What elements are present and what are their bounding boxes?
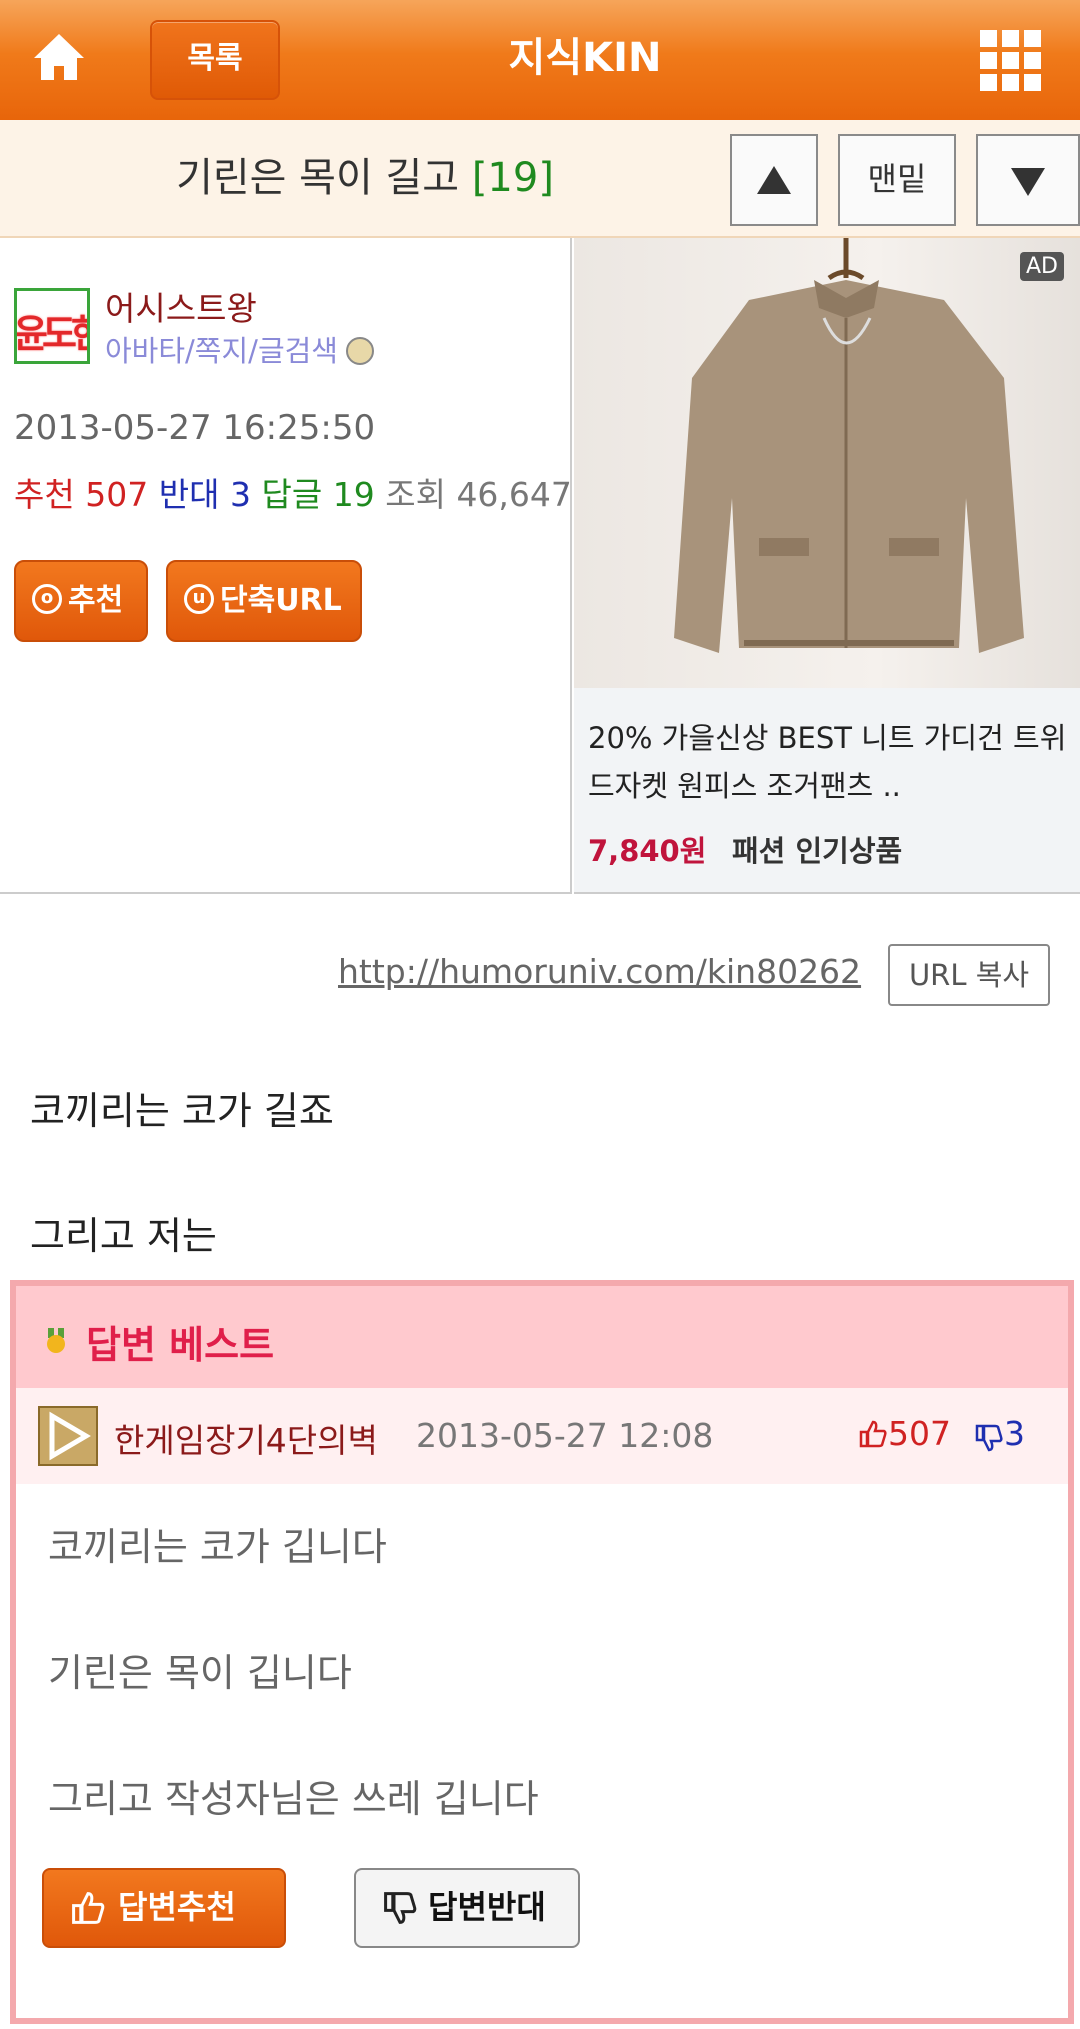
answer-down-count: 3 [974, 1414, 1025, 1453]
ad-badge: AD [1020, 252, 1064, 281]
best-answer-header: 답변 베스트 [16, 1286, 1068, 1388]
ad-panel: AD 20% 가을신상 BEST 니트 가디건 트위드자켓 원피스 조거팬츠 .… [574, 238, 1080, 894]
avatar-text: 윤도현 [14, 312, 87, 356]
post-title-bar: 기린은 목이 길고 [19] 맨밑 [0, 120, 1080, 238]
answer-line-1: 코끼리는 코가 깁니다 [48, 1525, 387, 1569]
answer-oppose-button[interactable]: 답변반대 [354, 1868, 580, 1948]
post-url-link[interactable]: http://humoruniv.com/kin80262 [338, 952, 861, 991]
best-answer-title: 답변 베스트 [86, 1323, 275, 1367]
thumbs-up-icon [859, 1420, 887, 1448]
medal-icon [47, 1328, 65, 1353]
view-count: 46,647 [456, 475, 572, 514]
level-badge-icon [345, 337, 374, 365]
view-label: 조회 [385, 475, 446, 514]
reply-count: [19] [471, 155, 554, 201]
reply-label: 답글 [261, 475, 323, 514]
short-url-button[interactable]: u 단축URL [166, 560, 362, 642]
avatar[interactable]: 윤도현 [14, 288, 90, 364]
oppose-label: 반대 [158, 475, 220, 514]
answer-date: 2013-05-27 12:08 [416, 1416, 714, 1455]
answer-avatar[interactable] [38, 1406, 98, 1466]
top-bar: 목록 지식KIN [0, 0, 1080, 120]
post-date: 2013-05-27 16:25:50 [14, 408, 376, 448]
author-links-text[interactable]: 아바타/쪽지/글검색 [105, 334, 338, 368]
reply-total: 19 [332, 475, 375, 514]
thumbs-down-icon [975, 1424, 1003, 1452]
triangle-down-icon [1011, 168, 1045, 196]
ad-product-image[interactable]: AD [574, 238, 1080, 688]
ad-price: 7,840원 [588, 834, 707, 868]
thumbs-down-icon [384, 1892, 417, 1924]
answer-line-3: 그리고 작성자님은 쓰레 깁니다 [48, 1777, 539, 1821]
answer-oppose-label: 답변반대 [428, 1888, 546, 1926]
answer-recommend-button[interactable]: 답변추천 [42, 1868, 286, 1948]
recommend-button-label: 추천 [68, 583, 124, 618]
post-title-text: 기린은 목이 길고 [176, 155, 460, 201]
answer-recommend-label: 답변추천 [118, 1888, 236, 1926]
post-body-line-1: 코끼리는 코가 길죠 [30, 1089, 334, 1133]
oppose-count: 3 [229, 475, 251, 514]
post-stats: 추천 507 반대 3 답글 19 조회 46,647 [14, 468, 572, 516]
answer-line-2: 기린은 목이 깁니다 [48, 1651, 352, 1695]
recommend-label: 추천 [14, 475, 75, 514]
recommend-button[interactable]: o 추천 [14, 560, 148, 642]
menu-grid-icon[interactable] [980, 30, 1042, 92]
home-icon[interactable] [30, 28, 88, 86]
ad-tag: 패션 인기상품 [732, 834, 903, 868]
author-name[interactable]: 어시스트왕 [105, 282, 257, 330]
answer-up-count: 507 [858, 1414, 951, 1453]
scroll-bottom-button[interactable]: 맨밑 [838, 134, 956, 226]
answer-meta-row: 한게임장기4단의벽 2013-05-27 12:08 507 3 [16, 1388, 1068, 1484]
ad-description[interactable]: 20% 가을신상 BEST 니트 가디건 트위드자켓 원피스 조거팬츠 .. [588, 714, 1068, 810]
post-body-line-2: 그리고 저는 [30, 1214, 217, 1258]
author-links[interactable]: 아바타/쪽지/글검색 [105, 328, 374, 370]
answer-down-value: 3 [1004, 1414, 1025, 1453]
circle-icon: o [32, 583, 62, 614]
post-title: 기린은 목이 길고 [19] [0, 120, 730, 238]
u-circle-icon: u [184, 583, 214, 614]
best-answer-box: 답변 베스트 한게임장기4단의벽 2013-05-27 12:08 507 3 … [10, 1280, 1074, 2024]
scroll-down-button[interactable] [976, 134, 1080, 226]
thumbs-up-icon [72, 1892, 105, 1924]
answer-author[interactable]: 한게임장기4단의벽 [114, 1414, 378, 1462]
answer-up-value: 507 [888, 1414, 951, 1453]
recommend-count: 507 [85, 475, 149, 514]
list-button[interactable]: 목록 [150, 20, 280, 100]
url-copy-button[interactable]: URL 복사 [888, 944, 1050, 1006]
author-panel: 윤도현 어시스트왕 아바타/쪽지/글검색 2013-05-27 16:25:50… [0, 238, 572, 894]
scroll-up-button[interactable] [730, 134, 818, 226]
triangle-up-icon [757, 166, 791, 194]
short-url-button-label: 단축URL [220, 583, 342, 618]
